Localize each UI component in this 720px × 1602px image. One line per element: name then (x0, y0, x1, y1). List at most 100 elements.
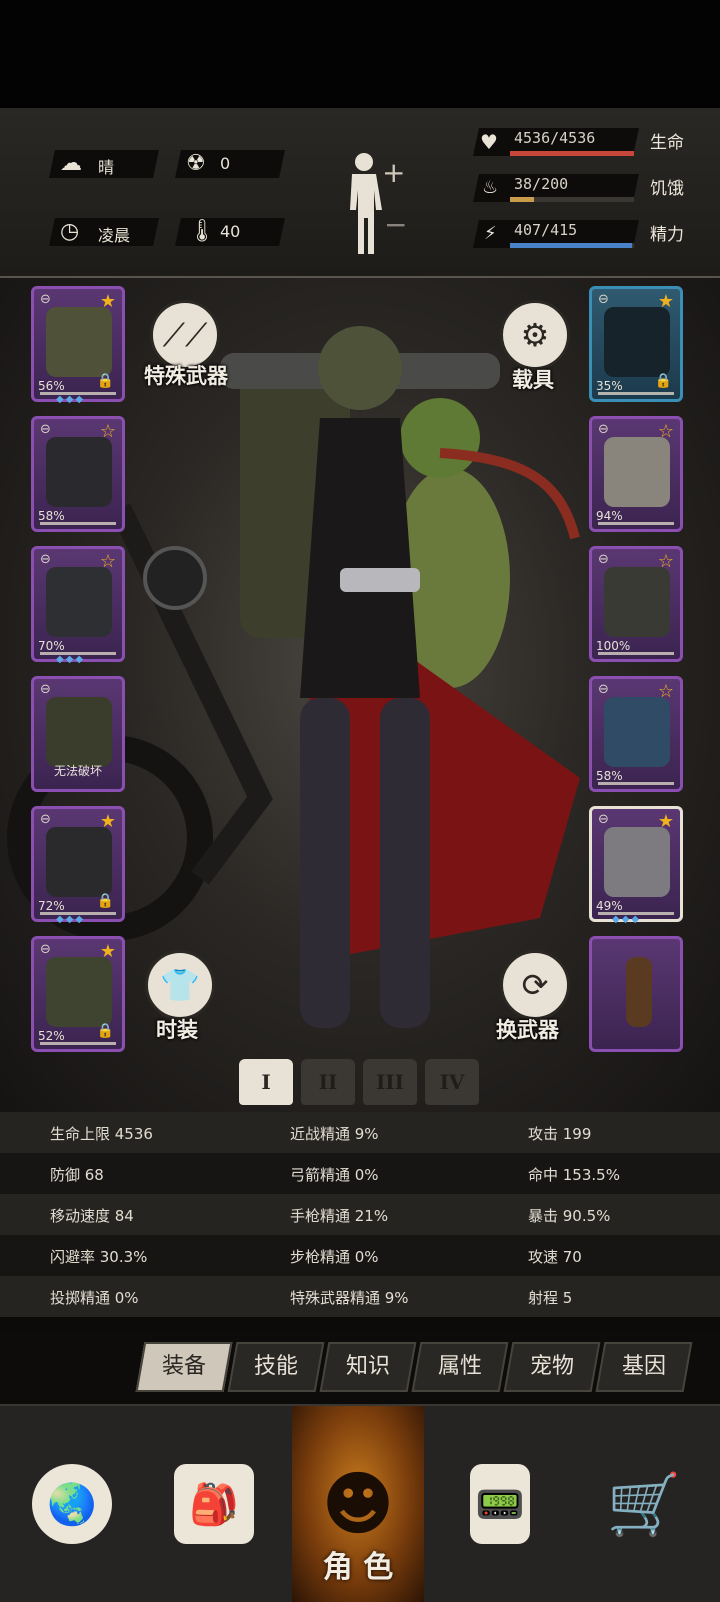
stat-cell: 射程 5 (528, 1289, 573, 1307)
durability-text: 100% (596, 639, 631, 653)
link-icon: ⊖ (40, 812, 51, 827)
radiation-icon: ☢ (186, 151, 206, 176)
helmet-icon (46, 307, 112, 377)
link-icon: ⊖ (40, 682, 51, 697)
nav-inventory-button[interactable]: 🎒 (148, 1406, 280, 1602)
backpack-icon (46, 697, 112, 767)
stats-row: 防御 68 弓箭精通 0% 命中 153.5% (0, 1153, 720, 1194)
stats-table: 生命上限 4536 近战精通 9% 攻击 199 防御 68 弓箭精通 0% 命… (0, 1112, 720, 1322)
status-panel: ☁ 晴 ☢ 0 ◷ 凌晨 🌡 40 + − ♥ 4536/4536 生命 ♨ 3… (0, 108, 720, 278)
health-bar (510, 151, 634, 156)
hunger-bar-fill (510, 197, 534, 202)
loadout-shirt-icon: II (301, 1059, 355, 1105)
top-bar (0, 0, 720, 108)
equip-slot-shield[interactable]: ⊖ ☆ 58% (589, 676, 683, 792)
stats-row: 移动速度 84 手枪精通 21% 暴击 90.5% (0, 1194, 720, 1235)
equip-slot-backpack[interactable]: ⊖ 无法破坏 (31, 676, 125, 792)
durability-text: 52% (38, 1029, 65, 1043)
durability-bar (40, 1042, 116, 1045)
nav-radio-button[interactable]: 📟 (434, 1406, 566, 1602)
loadout-2-button[interactable]: II (298, 1052, 358, 1112)
loadout-3-button[interactable]: III (360, 1052, 420, 1112)
coat-icon (46, 567, 112, 637)
section-tabs: 装备 技能 知识 属性 宠物 基因 (0, 1330, 720, 1400)
loadout-4-button[interactable]: IV (422, 1052, 482, 1112)
gas-mask-icon (604, 437, 670, 507)
jacket-icon (46, 437, 112, 507)
durability-text: 49% (596, 899, 623, 913)
equip-slot-gas-mask[interactable]: ⊖ ☆ 94% (589, 416, 683, 532)
link-icon: ⊖ (40, 942, 51, 957)
equip-slot-pants[interactable]: ⊖ ★ 72% 🔒 (31, 806, 125, 922)
equip-slot-vest[interactable]: ⊖ ☆ 100% (589, 546, 683, 662)
stat-cell: 特殊武器精通 9% (290, 1289, 409, 1307)
equip-slot-coat[interactable]: ⊖ ☆ 70% (31, 546, 125, 662)
link-icon: ⊖ (40, 552, 51, 567)
hunger-value: 38/200 (514, 175, 569, 193)
cloud-sun-icon: ☁ (60, 151, 82, 176)
fashion-button[interactable]: 👕 (145, 950, 215, 1020)
health-bar-fill (510, 151, 634, 156)
bolt-head-icon: ⚡ (484, 223, 497, 244)
tab-label: 技能 (253, 1354, 298, 1379)
tab-attributes[interactable]: 属性 (411, 1342, 509, 1392)
nav-character-label: 角 色 (322, 1550, 394, 1585)
stat-cell: 步枪精通 0% (290, 1248, 379, 1266)
equip-slot-throwable[interactable] (589, 936, 683, 1052)
tab-pets[interactable]: 宠物 (503, 1342, 601, 1392)
special-weapon-label: 特殊武器 (144, 364, 228, 388)
tab-equipment[interactable]: 装备 (135, 1342, 233, 1392)
durability-text: 70% (38, 639, 65, 653)
pants-icon (46, 827, 112, 897)
nav-map-button[interactable]: 🌏 (6, 1406, 138, 1602)
nav-shop-button[interactable]: 🛒 (578, 1406, 710, 1602)
stat-cell: 移动速度 84 (50, 1207, 134, 1225)
durability-bar (598, 522, 674, 525)
link-icon: ⊖ (598, 422, 609, 437)
body-status-icon[interactable]: + − (340, 148, 410, 258)
tab-label: 属性 (437, 1354, 482, 1379)
loadout-shirt-icon: I (239, 1059, 293, 1105)
stat-cell: 近战精通 9% (290, 1125, 379, 1143)
loadout-shirt-icon: III (363, 1059, 417, 1105)
equip-slot-pistol[interactable]: ⊖ ★ 49% (589, 806, 683, 922)
durability-text: 56% (38, 379, 65, 393)
stats-row: 闪避率 30.3% 步枪精通 0% 攻速 70 (0, 1235, 720, 1276)
molotov-icon (626, 957, 652, 1027)
swap-weapon-button[interactable]: ⟳ (500, 950, 570, 1020)
walkie-talkie-icon: 📟 (470, 1464, 530, 1544)
cart-icon: 🛒 (606, 1469, 682, 1540)
indestructible-label: 无法破坏 (53, 764, 102, 778)
loadout-1-button[interactable]: I (236, 1052, 296, 1112)
stomach-icon: ♨ (482, 177, 499, 198)
motorcycle-icon: ⚙ (520, 316, 550, 354)
gem-sockets: ◆◆◆ (56, 394, 86, 405)
energy-value: 407/415 (514, 221, 578, 239)
equip-slot-jacket[interactable]: ⊖ ☆ 58% (31, 416, 125, 532)
stat-cell: 攻击 199 (528, 1125, 592, 1143)
boots-icon (46, 957, 112, 1027)
stat-cell: 闪避率 30.3% (50, 1248, 148, 1266)
nav-character-button[interactable]: ☻ 角 色 (292, 1406, 424, 1602)
tab-knowledge[interactable]: 知识 (319, 1342, 417, 1392)
bottom-navigation: 🌏 🎒 ☻ 角 色 📟 🛒 (0, 1404, 720, 1602)
sunglasses-icon (604, 307, 670, 377)
shield-pad-icon (604, 697, 670, 767)
svg-text:+: + (382, 156, 405, 189)
durability-text: 94% (596, 509, 623, 523)
equip-slot-helmet[interactable]: ⊖ ★ 56% 🔒 (31, 286, 125, 402)
stat-cell: 命中 153.5% (528, 1166, 620, 1184)
equip-slot-glasses[interactable]: ⊖ ★ 35% 🔒 (589, 286, 683, 402)
swap-arrows-icon: ⟳ (521, 966, 549, 1004)
vehicle-button[interactable]: ⚙ (500, 300, 570, 370)
fashion-label: 时装 (156, 1018, 198, 1042)
health-value: 4536/4536 (514, 129, 596, 147)
stat-cell: 防御 68 (50, 1166, 104, 1184)
lock-icon: 🔒 (96, 373, 114, 389)
lock-icon: 🔒 (96, 1023, 114, 1039)
tab-genes[interactable]: 基因 (595, 1342, 693, 1392)
gem-sockets: ◆◆◆ (56, 654, 86, 665)
durability-text: 58% (38, 509, 65, 523)
equip-slot-boots[interactable]: ⊖ ★ 52% 🔒 (31, 936, 125, 1052)
tab-skills[interactable]: 技能 (227, 1342, 325, 1392)
